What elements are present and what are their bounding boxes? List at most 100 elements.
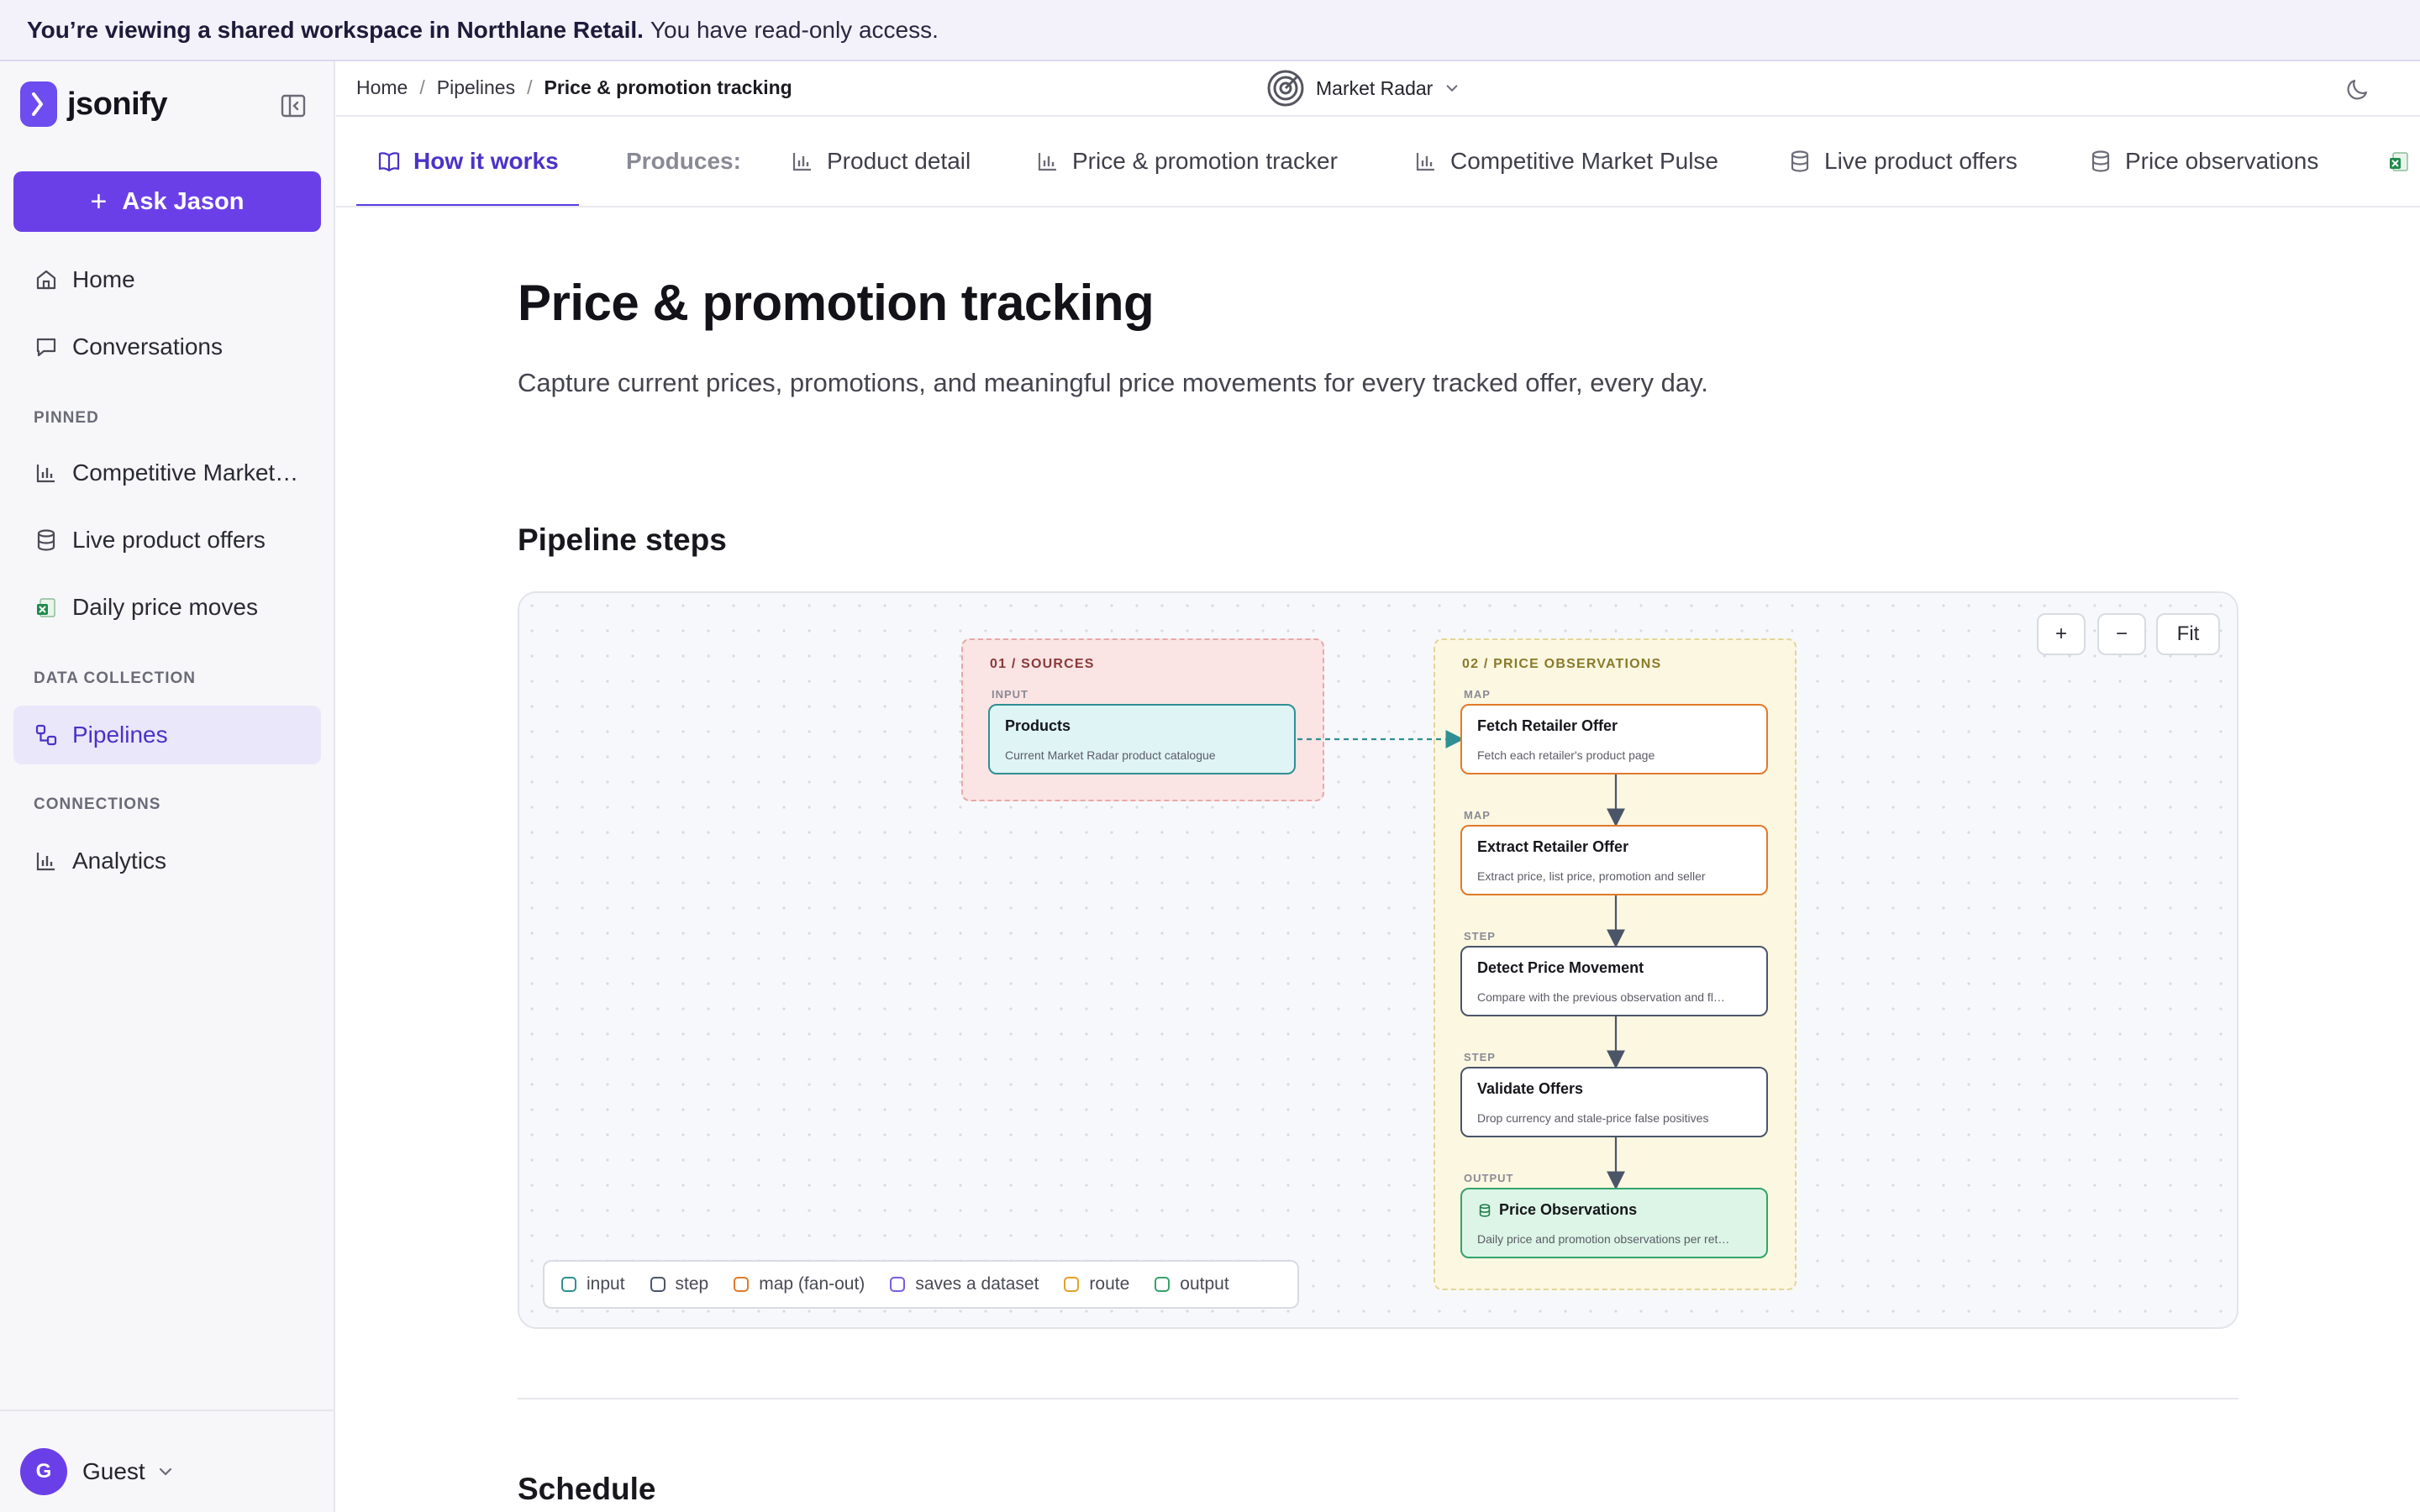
node-subtitle: Fetch each retailer's product page: [1477, 748, 1655, 762]
sidebar-item-analytics[interactable]: Analytics: [13, 832, 321, 890]
sidebar-footer: G Guest: [0, 1410, 334, 1512]
node-title: Detect Price Movement: [1477, 959, 1644, 976]
sidebar-item-label: Analytics: [72, 848, 167, 874]
topbar: Home / Pipelines / Price & promotion tra…: [336, 61, 2420, 117]
legend-label: saves a dataset: [915, 1274, 1039, 1294]
breadcrumb-current: Price & promotion tracking: [544, 76, 792, 98]
legend-item-input: input: [561, 1274, 625, 1294]
legend-label: map (fan-out): [759, 1274, 865, 1294]
node-subtitle: Drop currency and stale-price false posi…: [1477, 1111, 1709, 1125]
database-icon: [37, 529, 55, 551]
sidebar-item-competitive-market[interactable]: Competitive Market…: [13, 444, 321, 502]
legend-item-route: route: [1064, 1274, 1129, 1294]
pinned-section-label: PINNED: [34, 409, 99, 427]
node-extract-retailer-offer[interactable]: Extract Retailer Offer Extract price, li…: [1460, 825, 1768, 895]
node-title-text: Price Observations: [1499, 1201, 1638, 1218]
breadcrumb-pipelines[interactable]: Pipelines: [437, 76, 515, 99]
book-icon: [378, 152, 400, 172]
legend-swatch: [1155, 1277, 1171, 1292]
tab-how-it-works[interactable]: How it works: [356, 117, 579, 206]
legend-label: output: [1180, 1274, 1229, 1294]
pipeline-diagram[interactable]: + − Fit 01 / SOURCES 02 / PRICE OBSERVAT…: [518, 591, 2238, 1329]
brand[interactable]: jsonify: [20, 81, 167, 127]
tab-label: Price & promotion tracker: [1072, 148, 1338, 174]
node-kind-label: INPUT: [992, 688, 1028, 701]
bar-chart-icon: [1416, 153, 1434, 171]
sidebar-item-label: Live product offers: [72, 527, 266, 553]
pipeline-icon: [35, 724, 57, 746]
page-description: Capture current prices, promotions, and …: [518, 368, 1708, 397]
project-switcher[interactable]: Market Radar: [1265, 68, 1460, 108]
chevron-down-icon: [1446, 85, 1458, 92]
node-validate-offers[interactable]: Validate Offers Drop currency and stale-…: [1460, 1067, 1768, 1137]
tab-overflow-excel[interactable]: [2386, 117, 2420, 206]
banner-workspace-text: You’re viewing a shared workspace in Nor…: [27, 16, 644, 43]
plus-icon: +: [90, 185, 108, 218]
tab-label: Competitive Market Pulse: [1450, 148, 1719, 174]
schedule-heading: Schedule: [518, 1472, 656, 1506]
tab-product-detail[interactable]: Product detail: [790, 117, 971, 206]
sidebar-item-daily-price-moves[interactable]: Daily price moves: [13, 578, 321, 637]
node-subtitle: Current Market Radar product catalogue: [1005, 748, 1216, 762]
sidebar-item-home[interactable]: Home: [13, 250, 321, 309]
tab-competitive-market-pulse[interactable]: Competitive Market Pulse: [1413, 117, 1718, 206]
tab-price-observations[interactable]: Price observations: [2088, 117, 2318, 206]
legend-item-output: output: [1155, 1274, 1229, 1294]
collapse-sidebar-icon[interactable]: [279, 92, 308, 120]
home-icon: [36, 270, 56, 290]
tab-price-promotion-tracker[interactable]: Price & promotion tracker: [1035, 117, 1338, 206]
legend-swatch: [650, 1277, 666, 1292]
sidebar-item-live-product-offers[interactable]: Live product offers: [13, 511, 321, 570]
avatar: G: [20, 1448, 67, 1495]
sidebar-item-label: Pipelines: [72, 722, 168, 748]
node-subtitle: Compare with the previous observation an…: [1477, 990, 1725, 1004]
bar-chart-icon: [1038, 153, 1056, 171]
node-kind-label: STEP: [1464, 1051, 1496, 1063]
tab-live-product-offers[interactable]: Live product offers: [1787, 117, 2018, 206]
breadcrumb: Home / Pipelines / Price & promotion tra…: [356, 76, 792, 99]
diagram-connectors: [1297, 730, 1625, 1190]
chevron-down-icon: [159, 1467, 171, 1476]
breadcrumb-home[interactable]: Home: [356, 76, 408, 99]
data-collection-section-label: DATA COLLECTION: [34, 669, 197, 687]
legend-swatch: [890, 1277, 906, 1292]
sidebar-item-pipelines[interactable]: Pipelines: [13, 706, 321, 764]
legend-item-saves-dataset: saves a dataset: [890, 1274, 1039, 1294]
node-kind-label: MAP: [1464, 688, 1491, 701]
node-subtitle: Daily price and promotion observations p…: [1477, 1232, 1730, 1246]
brand-name: jsonify: [67, 86, 167, 122]
node-price-observations[interactable]: Price Observations Daily price and promo…: [1460, 1188, 1768, 1258]
node-detect-price-movement[interactable]: Detect Price Movement Compare with the p…: [1460, 946, 1768, 1016]
tab-label: Product detail: [827, 148, 971, 174]
database-icon: [2091, 150, 2110, 172]
connections-section-label: CONNECTIONS: [34, 795, 161, 813]
sidebar: jsonify + Ask Jason Home Conversations P…: [0, 61, 335, 1512]
sidebar-item-conversations[interactable]: Conversations: [13, 318, 321, 376]
node-title: Products: [1005, 717, 1071, 734]
legend-label: input: [587, 1274, 625, 1294]
chat-icon: [36, 338, 56, 357]
legend-label: route: [1089, 1274, 1130, 1294]
tab-bar: How it works Produces: Product detail Pr…: [336, 117, 2420, 207]
sidebar-item-label: Daily price moves: [72, 594, 258, 620]
jsonify-logo-icon: [20, 81, 57, 127]
node-products[interactable]: Products Current Market Radar product ca…: [988, 704, 1296, 774]
sidebar-item-label: Competitive Market…: [72, 459, 299, 486]
ask-jason-button[interactable]: + Ask Jason: [13, 171, 321, 232]
moon-icon[interactable]: [2344, 76, 2371, 102]
node-kind-label: MAP: [1464, 809, 1491, 822]
bar-chart-icon: [36, 853, 55, 871]
legend-label: step: [675, 1274, 709, 1294]
legend-item-step: step: [650, 1274, 709, 1294]
user-menu[interactable]: G Guest: [20, 1448, 174, 1495]
produces-label: Produces:: [626, 148, 741, 174]
breadcrumb-separator: /: [419, 76, 425, 98]
section-divider: [518, 1398, 2238, 1399]
breadcrumb-separator: /: [527, 76, 533, 98]
tab-label: How it works: [413, 148, 559, 174]
node-kind-label: STEP: [1464, 930, 1496, 942]
bar-chart-icon: [36, 465, 55, 483]
node-fetch-retailer-offer[interactable]: Fetch Retailer Offer Fetch each retailer…: [1460, 704, 1768, 774]
node-title: Fetch Retailer Offer: [1477, 717, 1618, 734]
tab-label: Price observations: [2125, 148, 2319, 174]
